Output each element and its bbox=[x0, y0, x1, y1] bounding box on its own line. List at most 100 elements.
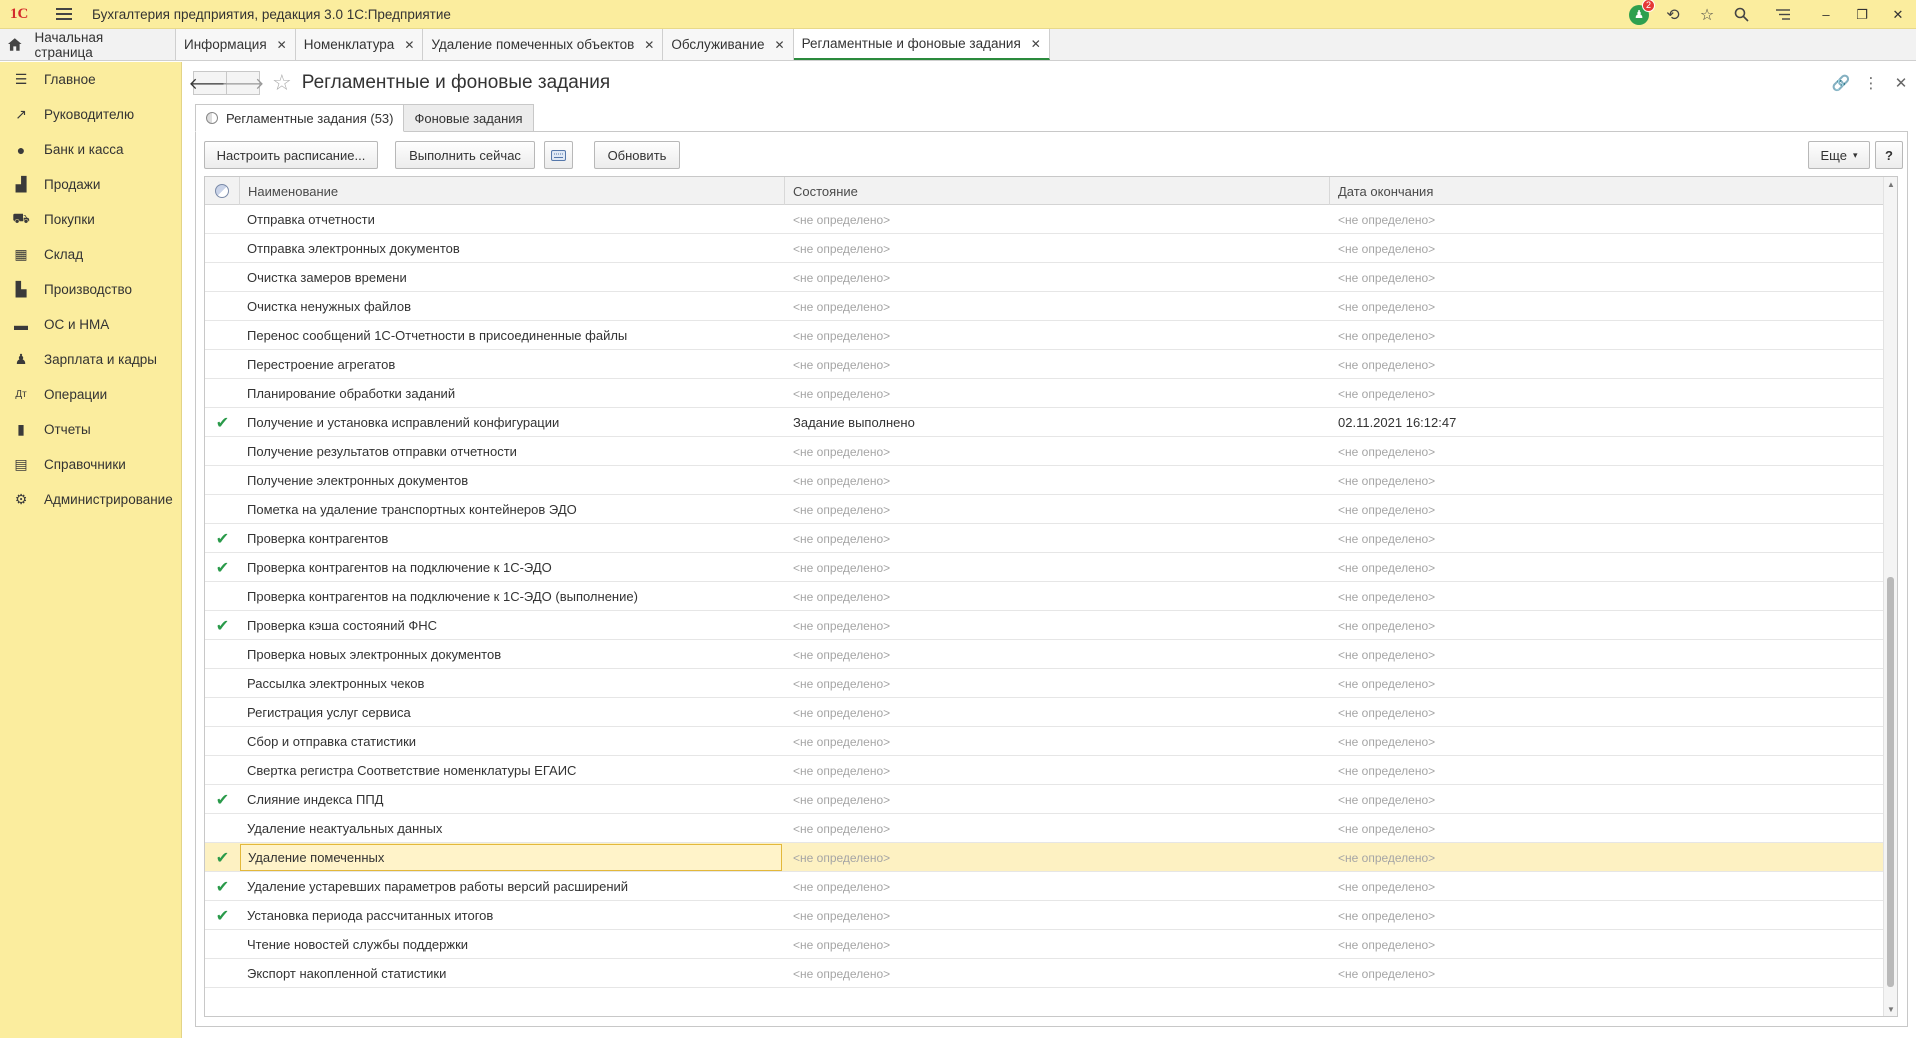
table-row[interactable]: Получение электронных документов <не опре… bbox=[205, 466, 1883, 495]
job-state-cell[interactable]: <не определено> bbox=[785, 756, 1330, 785]
sidebar-item-bank[interactable]: ● Банк и касса bbox=[0, 132, 181, 167]
sidebar-item-sales[interactable]: ▟ Продажи bbox=[0, 167, 181, 202]
close-tab-icon[interactable]: ✕ bbox=[775, 38, 785, 52]
job-name-cell[interactable]: Перенос сообщений 1С-Отчетности в присое… bbox=[240, 321, 785, 350]
job-name-cell[interactable]: Сбор и отправка статистики bbox=[240, 727, 785, 756]
job-name-cell[interactable]: Удаление неактуальных данных bbox=[240, 814, 785, 843]
job-state-cell[interactable]: <не определено> bbox=[785, 872, 1330, 901]
tab-home[interactable]: Начальная страница bbox=[0, 29, 176, 60]
sidebar-item-administration[interactable]: ⚙ Администрирование bbox=[0, 482, 181, 517]
job-name-cell[interactable]: Проверка кэша состояний ФНС bbox=[240, 611, 785, 640]
table-row[interactable]: Свертка регистра Соответствие номенклату… bbox=[205, 756, 1883, 785]
table-row[interactable]: ✔ Проверка контрагентов <не определено> <не… bbox=[205, 524, 1883, 553]
job-state-cell[interactable]: <не определено> bbox=[785, 466, 1330, 495]
job-state-cell[interactable]: <не определено> bbox=[785, 698, 1330, 727]
job-name-cell[interactable]: Пометка на удаление транспортных контейн… bbox=[240, 495, 785, 524]
sidebar-item-assets[interactable]: ▬ ОС и НМА bbox=[0, 307, 181, 342]
tab-maintenance[interactable]: Обслуживание ✕ bbox=[663, 29, 794, 60]
close-window-icon[interactable]: ✕ bbox=[1880, 0, 1916, 29]
forward-button[interactable]: 🡒 bbox=[222, 71, 264, 95]
job-end-date-cell[interactable]: <не определено> bbox=[1330, 669, 1883, 698]
close-tab-icon[interactable]: ✕ bbox=[1031, 37, 1041, 51]
job-end-date-cell[interactable]: <не определено> bbox=[1330, 785, 1883, 814]
job-state-cell[interactable]: <не определено> bbox=[785, 495, 1330, 524]
settings-menu-icon[interactable] bbox=[1758, 0, 1808, 29]
table-row[interactable]: Удаление неактуальных данных <не определе… bbox=[205, 814, 1883, 843]
job-state-cell[interactable]: <не определено> bbox=[785, 669, 1330, 698]
job-name-cell[interactable]: Чтение новостей службы поддержки bbox=[240, 930, 785, 959]
job-state-cell[interactable]: <не определено> bbox=[785, 930, 1330, 959]
more-button[interactable]: Еще ▾ bbox=[1808, 141, 1870, 169]
job-end-date-cell[interactable]: <не определено> bbox=[1330, 843, 1883, 872]
job-name-cell[interactable]: Регистрация услуг сервиса bbox=[240, 698, 785, 727]
column-header-name[interactable]: Наименование bbox=[240, 177, 785, 205]
table-row[interactable]: Перенос сообщений 1С-Отчетности в присое… bbox=[205, 321, 1883, 350]
sidebar-item-salary[interactable]: ♟ Зарплата и кадры bbox=[0, 342, 181, 377]
job-state-cell[interactable]: <не определено> bbox=[785, 263, 1330, 292]
job-end-date-cell[interactable]: <не определено> bbox=[1330, 234, 1883, 263]
job-end-date-cell[interactable]: <не определено> bbox=[1330, 379, 1883, 408]
table-row[interactable]: ✔ Проверка контрагентов на подключение к … bbox=[205, 553, 1883, 582]
tab-nomenclature[interactable]: Номенклатура ✕ bbox=[295, 29, 424, 60]
table-row[interactable]: Пометка на удаление транспортных контейн… bbox=[205, 495, 1883, 524]
favorites-icon[interactable]: ☆ bbox=[1690, 0, 1724, 29]
table-row[interactable]: Очистка ненужных файлов <не определено> <н… bbox=[205, 292, 1883, 321]
scroll-up-icon[interactable]: ▲ bbox=[1884, 177, 1897, 191]
more-actions-icon[interactable]: ⋮ bbox=[1856, 74, 1886, 92]
sidebar-item-main[interactable]: ☰ Главное bbox=[0, 62, 181, 97]
job-end-date-cell[interactable]: <не определено> bbox=[1330, 350, 1883, 379]
main-menu-icon[interactable] bbox=[56, 8, 72, 20]
job-state-cell[interactable]: <не определено> bbox=[785, 234, 1330, 263]
close-form-icon[interactable]: ✕ bbox=[1886, 74, 1916, 92]
link-icon[interactable]: 🔗 bbox=[1826, 74, 1856, 92]
job-name-cell[interactable]: Проверка новых электронных документов bbox=[240, 640, 785, 669]
tab-background[interactable]: Фоновые задания bbox=[403, 104, 534, 132]
job-state-cell[interactable]: <не определено> bbox=[785, 582, 1330, 611]
job-end-date-cell[interactable]: <не определено> bbox=[1330, 611, 1883, 640]
job-state-cell[interactable]: <не определено> bbox=[785, 785, 1330, 814]
job-state-cell[interactable]: <не определено> bbox=[785, 843, 1330, 872]
job-end-date-cell[interactable]: <не определено> bbox=[1330, 466, 1883, 495]
job-state-cell[interactable]: <не определено> bbox=[785, 553, 1330, 582]
job-end-date-cell[interactable]: <не определено> bbox=[1330, 901, 1883, 930]
close-tab-icon[interactable]: ✕ bbox=[644, 38, 654, 52]
sidebar-item-reports[interactable]: ▮ Отчеты bbox=[0, 412, 181, 447]
table-row[interactable]: Регистрация услуг сервиса <не определено>… bbox=[205, 698, 1883, 727]
job-state-cell[interactable]: <не определено> bbox=[785, 437, 1330, 466]
scrollbar-thumb[interactable] bbox=[1887, 577, 1894, 987]
refresh-button[interactable]: Обновить bbox=[594, 141, 680, 169]
job-name-cell[interactable]: Отправка отчетности bbox=[240, 205, 785, 234]
table-row[interactable]: Получение результатов отправки отчетност… bbox=[205, 437, 1883, 466]
table-row[interactable]: ✔ Установка периода рассчитанных итогов <н… bbox=[205, 901, 1883, 930]
table-row[interactable]: Рассылка электронных чеков <не определено… bbox=[205, 669, 1883, 698]
sidebar-item-operations[interactable]: Дт Операции bbox=[0, 377, 181, 412]
job-name-cell[interactable]: Получение и установка исправлений конфиг… bbox=[240, 408, 785, 437]
job-name-cell[interactable]: Слияние индекса ППД bbox=[240, 785, 785, 814]
sidebar-item-manager[interactable]: ↗ Руководителю bbox=[0, 97, 181, 132]
job-state-cell[interactable]: <не определено> bbox=[785, 379, 1330, 408]
job-end-date-cell[interactable]: <не определено> bbox=[1330, 698, 1883, 727]
table-row[interactable]: Очистка замеров времени <не определено> <н… bbox=[205, 263, 1883, 292]
job-end-date-cell[interactable]: <не определено> bbox=[1330, 814, 1883, 843]
table-row[interactable]: Отправка отчетности <не определено> <не оп… bbox=[205, 205, 1883, 234]
job-state-cell[interactable]: <не определено> bbox=[785, 292, 1330, 321]
table-row[interactable]: ✔ Удаление устаревших параметров работы в… bbox=[205, 872, 1883, 901]
job-name-cell[interactable]: Проверка контрагентов на подключение к 1… bbox=[240, 582, 785, 611]
close-tab-icon[interactable]: ✕ bbox=[277, 38, 287, 52]
job-state-cell[interactable]: <не определено> bbox=[785, 205, 1330, 234]
job-end-date-cell[interactable]: <не определено> bbox=[1330, 205, 1883, 234]
help-button[interactable]: ? bbox=[1875, 141, 1903, 169]
column-status-icon[interactable] bbox=[205, 177, 240, 205]
keyboard-icon[interactable] bbox=[544, 141, 573, 169]
table-row[interactable]: Чтение новостей службы поддержки <не опре… bbox=[205, 930, 1883, 959]
job-end-date-cell[interactable]: <не определено> bbox=[1330, 263, 1883, 292]
column-header-end-date[interactable]: Дата окончания bbox=[1330, 177, 1883, 205]
tab-scheduled[interactable]: Регламентные задания (53) bbox=[195, 104, 405, 132]
job-end-date-cell[interactable]: <не определено> bbox=[1330, 292, 1883, 321]
sidebar-item-production[interactable]: ▙ Производство bbox=[0, 272, 181, 307]
job-name-cell[interactable]: Установка периода рассчитанных итогов bbox=[240, 901, 785, 930]
table-row[interactable]: Проверка контрагентов на подключение к 1… bbox=[205, 582, 1883, 611]
job-end-date-cell[interactable]: <не определено> bbox=[1330, 437, 1883, 466]
configure-schedule-button[interactable]: Настроить расписание... bbox=[204, 141, 378, 169]
tab-delete-marked[interactable]: Удаление помеченных объектов ✕ bbox=[423, 29, 664, 60]
